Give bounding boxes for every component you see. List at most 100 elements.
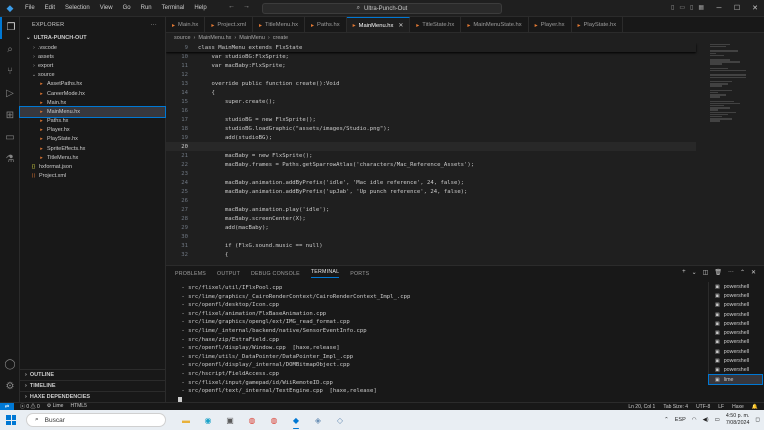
code-line[interactable]: 21 macBaby = new FlxSprite();	[166, 151, 696, 160]
code-line[interactable]: 12	[166, 70, 696, 79]
clock[interactable]: 4:50 p. m. 7/08/2024	[726, 413, 750, 427]
code-line[interactable]: 27 macBaby.animation.play('idle');	[166, 205, 696, 214]
toggle-sidebar-icon[interactable]: ▯	[671, 4, 674, 11]
volume-icon[interactable]: ◀)	[703, 417, 709, 423]
folder-item[interactable]: › assets	[20, 52, 165, 61]
explorer-icon[interactable]: ❐	[0, 17, 20, 39]
trash-icon[interactable]: 🗑	[714, 269, 722, 276]
encoding[interactable]: UTF-8	[696, 404, 710, 410]
editor-tab[interactable]: ▸ Main.hx	[166, 17, 206, 32]
terminal-instance[interactable]: ▣ powershell	[709, 328, 762, 337]
file-item[interactable]: ▸ TitleMenu.hx	[20, 153, 165, 162]
terminal-instance[interactable]: ▣ powershell	[709, 301, 762, 310]
folder-item[interactable]: › .vscode	[20, 43, 165, 52]
menu-item-selection[interactable]: Selection	[60, 5, 95, 11]
file-item[interactable]: ▸ PlayState.hx	[20, 135, 165, 144]
remote-explorer-icon[interactable]: ▭	[0, 127, 20, 149]
close-window-icon[interactable]: ✕	[746, 0, 764, 17]
breadcrumb-item[interactable]: create	[273, 35, 288, 41]
notifications-icon[interactable]: ◻	[755, 417, 760, 423]
close-panel-icon[interactable]: ✕	[751, 269, 756, 276]
code-line[interactable]: 18 studioBG.loadGraphic("assets/images/S…	[166, 124, 696, 133]
editor-tab[interactable]: ▸ Paths.hx	[305, 17, 347, 32]
code-line[interactable]: 17 studioBG = new FlxSprite();	[166, 115, 696, 124]
editor-tab[interactable]: ▸ PlayState.hx	[572, 17, 624, 32]
search-icon[interactable]: ⌕	[0, 39, 20, 61]
breadcrumb-item[interactable]: source	[174, 35, 191, 41]
file-item[interactable]: ▸ Player.hx	[20, 126, 165, 135]
code-line[interactable]: 32 {	[166, 250, 696, 259]
back-arrow-icon[interactable]: ←	[228, 3, 235, 10]
terminal-instance[interactable]: ▣ powershell	[709, 366, 762, 375]
menu-item-terminal[interactable]: Terminal	[157, 5, 190, 11]
gear-icon[interactable]: ⚙	[0, 376, 20, 398]
code-line[interactable]: 19 add(studioBG);	[166, 133, 696, 142]
sticky-scroll-line[interactable]: 9 class MainMenu extends FlxState	[166, 43, 696, 52]
code-line[interactable]: 23	[166, 169, 696, 178]
code-line[interactable]: 10 var studioBG:FlxSprite;	[166, 52, 696, 61]
menu-item-file[interactable]: File	[20, 5, 40, 11]
file-item[interactable]: {} hxformat.json	[20, 162, 165, 171]
wifi-icon[interactable]: ◠	[692, 417, 697, 423]
file-item[interactable]: ▸ MainMenu.hx	[19, 106, 166, 118]
code-line[interactable]: 15 super.create();	[166, 97, 696, 106]
panel-tab-debug-console[interactable]: DEBUG CONSOLE	[251, 271, 300, 277]
chrome-app-icon[interactable]: ◍	[244, 412, 260, 428]
menu-item-edit[interactable]: Edit	[40, 5, 60, 11]
editor-tab[interactable]: ▸ Player.hx	[529, 17, 572, 32]
split-terminal-icon[interactable]: ◫	[703, 269, 709, 276]
target-status[interactable]: HTML5	[70, 403, 86, 410]
extensions-icon[interactable]: ⊞	[0, 105, 20, 127]
file-item[interactable]: ▸ CareerMode.hx	[20, 89, 165, 98]
command-center-search[interactable]: ⌕ Ultra-Punch-Out	[262, 3, 502, 14]
app-icon[interactable]: ▣	[222, 412, 238, 428]
code-line[interactable]: 22 macBaby.frames = Paths.getSparrowAtla…	[166, 160, 696, 169]
menu-item-go[interactable]: Go	[118, 5, 136, 11]
code-line[interactable]: 26	[166, 196, 696, 205]
language-indicator[interactable]: ESP	[675, 417, 686, 423]
terminal-instance[interactable]: ▣ lime	[708, 373, 763, 386]
testing-icon[interactable]: ⚗	[0, 149, 20, 171]
code-line[interactable]: 24 macBaby.animation.addByPrefix('idle',…	[166, 178, 696, 187]
panel-tab-output[interactable]: OUTPUT	[217, 271, 240, 277]
close-tab-icon[interactable]: ✕	[398, 23, 403, 29]
panel-tab-terminal[interactable]: TERMINAL	[310, 269, 340, 278]
chevron-up-icon[interactable]: ⌃	[664, 417, 669, 423]
code-line[interactable]: 31 if (FlxG.sound.music == null)	[166, 241, 696, 250]
app-icon-2[interactable]: ◈	[310, 412, 326, 428]
maximize-icon[interactable]: ☐	[728, 0, 746, 17]
account-icon[interactable]: ◯	[0, 354, 20, 376]
source-control-icon[interactable]: ⑂	[0, 61, 20, 83]
sidebar-section[interactable]: › TIMELINE	[20, 380, 166, 391]
code-editor[interactable]: 9 class MainMenu extends FlxState 10 var…	[166, 43, 764, 265]
problems-status[interactable]: ⓧ 0 ⚠ 0	[20, 403, 40, 410]
file-explorer-app-icon[interactable]: ▬	[178, 412, 194, 428]
start-button[interactable]	[0, 410, 22, 430]
battery-icon[interactable]: ▭	[715, 417, 720, 423]
language-mode[interactable]: Haxe	[732, 404, 744, 410]
editor-scrollbar[interactable]	[754, 43, 764, 265]
workspace-root[interactable]: ⌄ ULTRA-PUNCH-OUT	[20, 33, 165, 43]
panel-tab-problems[interactable]: PROBLEMS	[175, 271, 206, 277]
terminal-instance[interactable]: ▣ powershell	[709, 319, 762, 328]
terminal-instance[interactable]: ▣ powershell	[709, 347, 762, 356]
code-line[interactable]: 30	[166, 232, 696, 241]
new-terminal-icon[interactable]: +	[682, 269, 686, 276]
editor-tab[interactable]: ▸ MainMenuState.hx	[461, 17, 529, 32]
file-item[interactable]: ⟨⟩ Project.xml	[20, 172, 165, 181]
toggle-panel-icon[interactable]: ▭	[679, 4, 685, 11]
editor-tab[interactable]: ▸ MainMenu.hx ✕	[346, 17, 411, 32]
breadcrumb-item[interactable]: MainMenu.hx	[198, 35, 231, 41]
file-item[interactable]: ▸ Main.hx	[20, 98, 165, 107]
eol[interactable]: LF	[718, 404, 724, 410]
code-line[interactable]: 28 macBaby.screenCenter(X);	[166, 214, 696, 223]
code-line[interactable]: 25 macBaby.animation.addByPrefix('upJab'…	[166, 187, 696, 196]
terminal-instance[interactable]: ▣ powershell	[709, 282, 762, 291]
toggle-secondary-sidebar-icon[interactable]: ▯	[690, 4, 693, 11]
file-item[interactable]: ▸ SpriteEffects.hx	[20, 144, 165, 153]
code-line[interactable]: 29 add(macBaby);	[166, 223, 696, 232]
minimize-icon[interactable]: ─	[710, 0, 728, 17]
cursor-position[interactable]: Ln 20, Col 1	[628, 404, 655, 410]
chevron-down-icon[interactable]: ⌄	[692, 269, 697, 276]
lime-status[interactable]: ⚙ Lime	[47, 403, 64, 410]
